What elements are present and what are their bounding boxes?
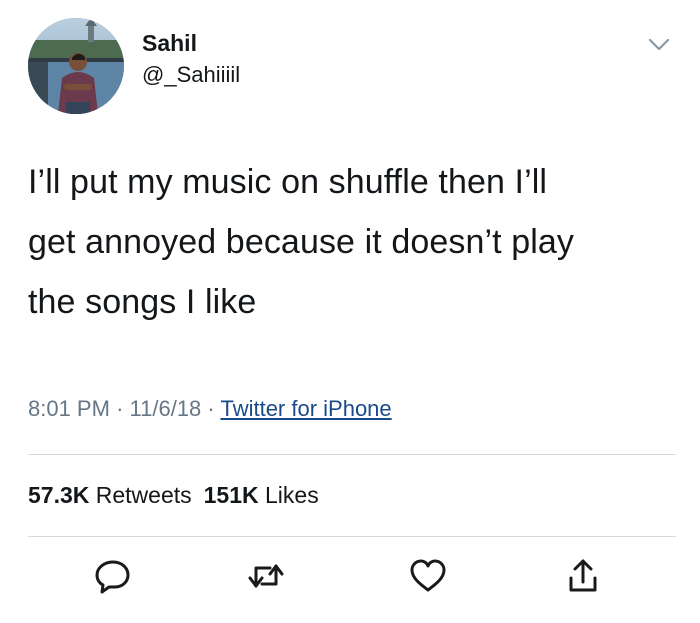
tweet-text-line: I’ll put my music on shuffle then I’ll [28,163,548,201]
meta-separator: · [116,396,124,421]
avatar-photo [28,18,124,114]
heart-icon[interactable] [408,556,448,596]
avatar[interactable] [28,18,124,114]
tweet-date: 11/6/18 [129,396,202,421]
retweets-label: Retweets [95,482,192,508]
share-icon[interactable] [563,556,603,596]
meta-separator: · [207,396,215,421]
tweet-header: Sahil @_Sahiiiil [28,18,676,114]
tweet-meta: 8:01 PM · 11/6/18 · Twitter for iPhone [28,396,392,422]
tweet-source-link[interactable]: Twitter for iPhone [220,396,391,421]
tweet-time: 8:01 PM [28,396,110,421]
retweets-count: 57.3K [28,482,90,508]
tweet-text: I’ll put my music on shuffle then I’ll g… [28,152,678,332]
action-bar [0,556,700,600]
reply-icon[interactable] [93,556,133,596]
retweets-stat[interactable]: 57.3K Retweets [28,482,192,508]
tweet-text-line: the songs I like [28,283,257,321]
divider [28,454,676,455]
likes-stat[interactable]: 151K Likes [204,482,319,508]
user-handle[interactable]: @_Sahiiiil [142,60,240,90]
retweet-icon[interactable] [246,556,286,596]
likes-label: Likes [265,482,319,508]
chevron-down-icon[interactable] [648,38,670,52]
likes-count: 151K [203,482,259,508]
tweet-stats: 57.3K Retweets 151K Likes [28,482,319,509]
divider [28,536,676,537]
tweet-text-line: get annoyed because it doesn’t play [28,223,575,261]
display-name[interactable]: Sahil [142,28,240,58]
